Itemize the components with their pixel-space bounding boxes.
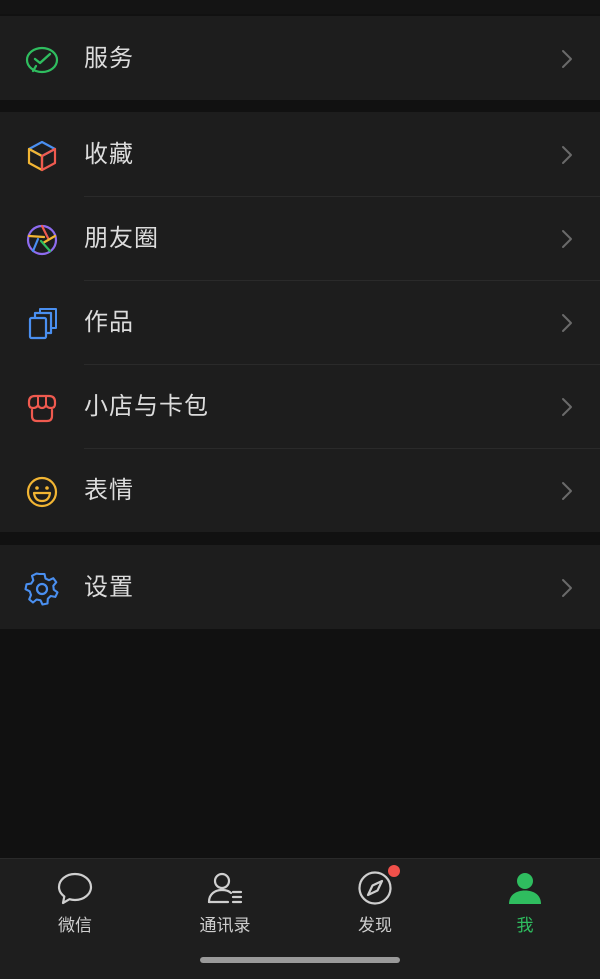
chevron-right-icon [560, 396, 574, 418]
chevron-right-icon [560, 144, 574, 166]
chevron-right-icon [560, 480, 574, 502]
chat-bubble-icon [56, 869, 94, 907]
shop-awning-icon [24, 390, 60, 426]
menu-item-stickers[interactable]: 表情 [0, 448, 600, 532]
favorites-cube-icon [24, 138, 60, 174]
smiley-icon [24, 474, 60, 510]
tab-me-label: 我 [516, 916, 534, 936]
tab-discover-label: 发现 [358, 916, 392, 936]
chevron-right-icon [560, 312, 574, 334]
settings-group: 设置 [0, 545, 600, 629]
features-group: 收藏 朋友圈 作品 小店与卡包 表情 [0, 112, 600, 532]
moments-aperture-icon [24, 222, 60, 258]
services-label: 服务 [84, 44, 134, 72]
contacts-icon [206, 869, 244, 907]
favorites-label: 收藏 [84, 140, 134, 168]
menu-item-shop-and-cards[interactable]: 小店与卡包 [0, 364, 600, 448]
menu-item-settings[interactable]: 设置 [0, 545, 600, 629]
shop-and-cards-label: 小店与卡包 [84, 392, 209, 420]
home-indicator[interactable] [200, 957, 400, 963]
tab-contacts-label: 通讯录 [199, 916, 251, 936]
tab-chats-label: 微信 [58, 916, 92, 936]
moments-label: 朋友圈 [84, 224, 159, 252]
tab-discover[interactable]: 发现 [320, 865, 430, 939]
notification-dot [388, 865, 400, 877]
tab-contacts[interactable]: 通讯录 [170, 869, 280, 939]
stickers-label: 表情 [84, 476, 134, 504]
settings-label: 设置 [84, 573, 134, 601]
chevron-right-icon [560, 577, 574, 599]
works-label: 作品 [84, 308, 134, 336]
tab-me[interactable]: 我 [470, 869, 580, 939]
chevron-right-icon [560, 48, 574, 70]
top-strip [0, 0, 600, 14]
menu-item-favorites[interactable]: 收藏 [0, 112, 600, 196]
services-group: 服务 [0, 16, 600, 100]
wechat-pay-icon [24, 42, 60, 78]
person-icon [506, 869, 544, 907]
menu-item-services[interactable]: 服务 [0, 16, 600, 100]
works-cards-icon [24, 306, 60, 342]
tab-chats[interactable]: 微信 [20, 869, 130, 939]
menu-item-moments[interactable]: 朋友圈 [0, 196, 600, 280]
chevron-right-icon [560, 228, 574, 250]
compass-icon [356, 865, 400, 907]
gear-icon [24, 571, 60, 607]
menu-item-works[interactable]: 作品 [0, 280, 600, 364]
